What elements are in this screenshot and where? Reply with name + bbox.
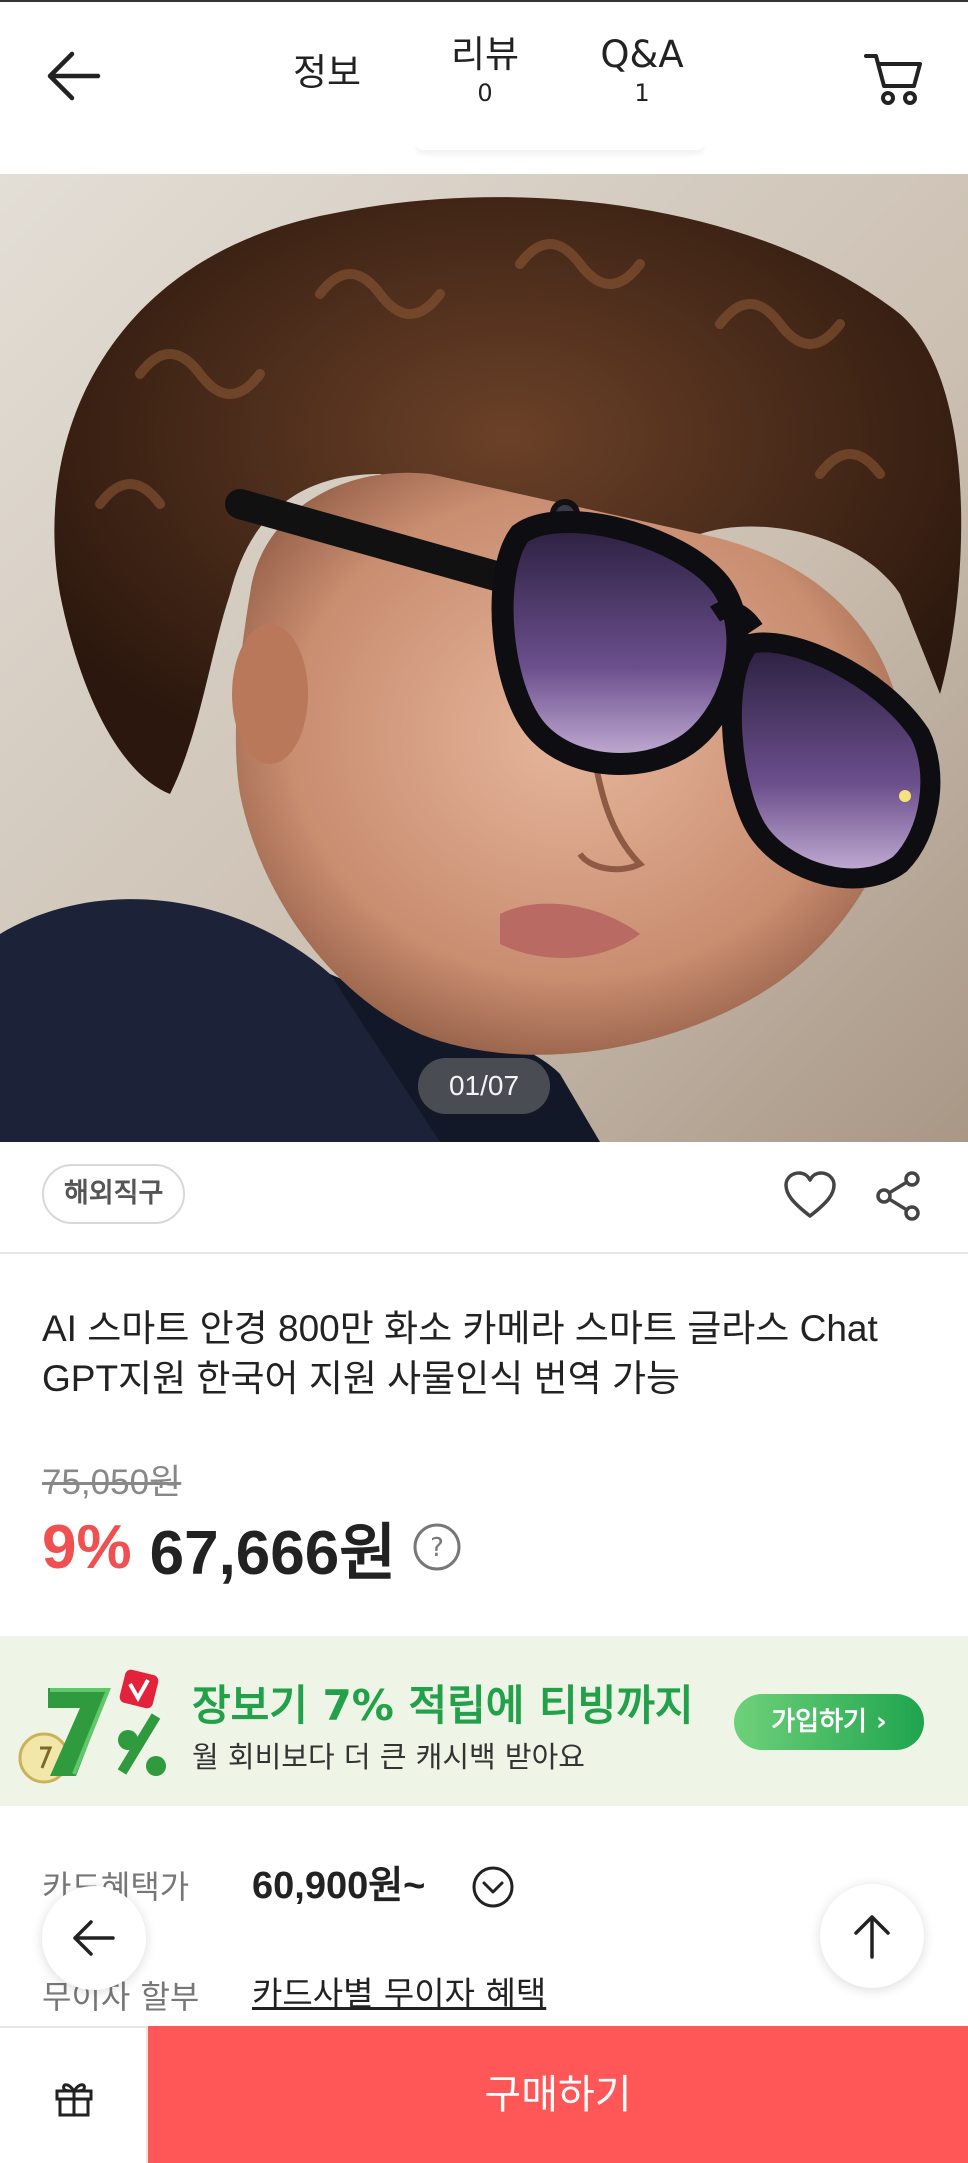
buy-button[interactable]: 구매하기 <box>148 2026 968 2163</box>
price-row: 9% 67,666원 ? <box>42 1510 462 1588</box>
sale-price: 67,666원 <box>149 1519 397 1588</box>
tab-indicator <box>415 142 705 150</box>
product-image-gallery[interactable] <box>0 174 968 1142</box>
tab-review-count: 0 <box>477 79 493 107</box>
arrow-left-icon <box>73 1920 115 1956</box>
membership-promo-banner[interactable]: 장보기 7% 적립에 티빙까지 월 회비보다 더 큰 캐시백 받아요 가입하기 … <box>0 1636 968 1806</box>
back-button[interactable] <box>44 48 104 104</box>
tab-qa[interactable]: Q&A 1 <box>592 32 692 108</box>
share-button[interactable] <box>874 1170 922 1222</box>
share-icon <box>876 1171 920 1221</box>
overseas-purchase-badge: 해외직구 <box>42 1164 186 1224</box>
wishlist-button[interactable] <box>782 1170 838 1222</box>
original-price: 75,050원 <box>42 1463 182 1502</box>
floating-back-button[interactable] <box>42 1886 146 1990</box>
product-title: AI 스마트 안경 800만 화소 카메라 스마트 글라스 Chat GPT지원… <box>42 1308 878 1399</box>
tab-review[interactable]: 리뷰 0 <box>440 32 530 108</box>
tab-qa-count: 1 <box>634 79 650 107</box>
product-photo <box>0 174 968 1142</box>
card-benefit-price: 60,900원~ <box>252 1865 426 1907</box>
cart-icon <box>864 54 922 105</box>
gift-icon <box>55 2083 93 2117</box>
section-divider <box>0 1252 968 1254</box>
promo-title: 장보기 7% 적립에 티빙까지 <box>192 1681 694 1730</box>
promo-subtitle: 월 회비보다 더 큰 캐시백 받아요 <box>192 1740 585 1774</box>
gift-button[interactable] <box>0 2028 148 2163</box>
scroll-to-top-button[interactable] <box>820 1884 924 1988</box>
bottom-action-bar: 구매하기 <box>0 2026 968 2163</box>
installment-benefit-link[interactable]: 카드사별 무이자 혜택 <box>252 1972 546 2016</box>
image-page-counter: 01/07 <box>418 1058 550 1114</box>
discount-rate: 9% <box>42 1512 132 1582</box>
cart-button[interactable] <box>862 48 926 108</box>
join-button[interactable]: 가입하기 › <box>734 1694 924 1750</box>
arrow-left-icon <box>47 51 101 101</box>
price-info-icon[interactable]: ? <box>412 1522 462 1572</box>
tab-info[interactable]: 정보 <box>282 50 372 96</box>
top-nav-bar: 정보 리뷰 0 Q&A 1 <box>0 0 968 174</box>
heart-icon <box>784 1171 836 1218</box>
arrow-up-icon <box>854 1915 890 1959</box>
tab-review-label: 리뷰 <box>450 33 520 76</box>
tab-info-label: 정보 <box>292 51 362 94</box>
tab-qa-label: Q&A <box>600 33 684 76</box>
chevron-down-icon[interactable] <box>472 1866 514 1908</box>
seven-percent-logo <box>18 1669 166 1784</box>
svg-text:?: ? <box>430 1533 444 1563</box>
